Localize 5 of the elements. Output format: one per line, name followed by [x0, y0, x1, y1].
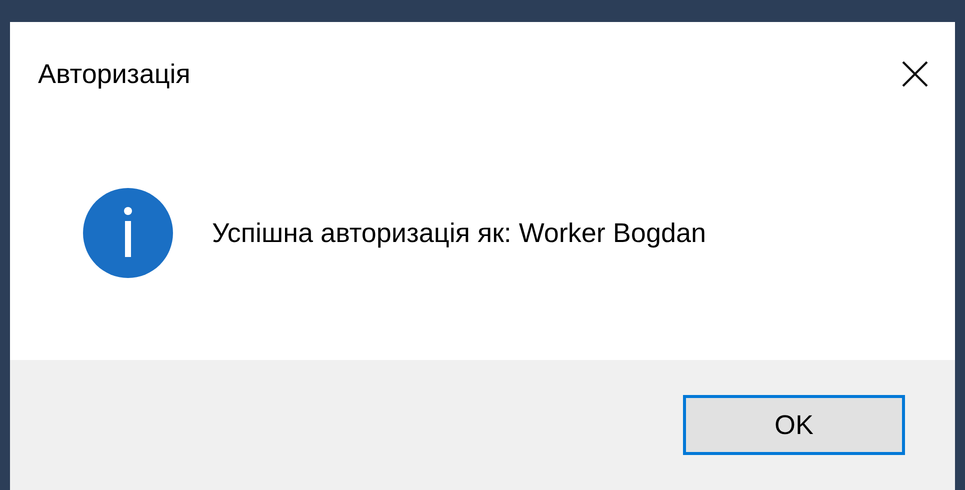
info-icon	[82, 187, 174, 279]
message-text: Успішна авторизація як: Worker Bogdan	[212, 218, 706, 248]
window-title: Авторизація	[38, 58, 190, 90]
close-icon[interactable]	[901, 60, 929, 88]
ok-button[interactable]: OK	[683, 395, 905, 455]
